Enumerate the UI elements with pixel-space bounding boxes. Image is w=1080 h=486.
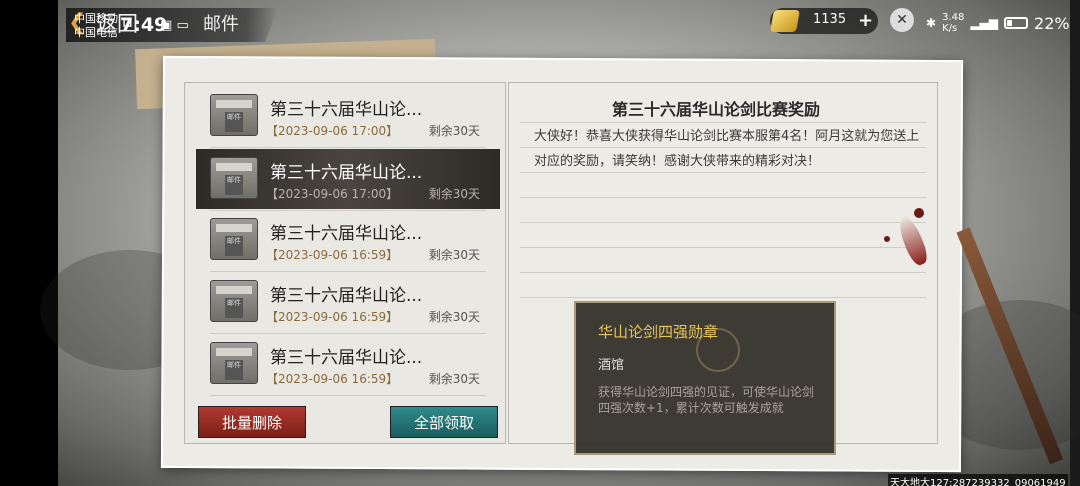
battery-percent: 22% (1034, 13, 1070, 33)
mail-title: 第三十六届华山论... (270, 100, 423, 120)
batch-delete-button[interactable]: 批量删除 (198, 406, 306, 438)
server-info: 天大地大127:287239332_09061949 (888, 474, 1068, 486)
ink-splatter (914, 208, 924, 218)
page-title: 邮件 (203, 14, 239, 35)
mail-date: 【2023-09-06 16:59】 (266, 372, 399, 386)
mail-title: 第三十六届华山论... (270, 163, 423, 183)
divider (520, 297, 926, 298)
mail-title: 第三十六届华山论... (270, 224, 423, 244)
system-status: ✱ 3.48 K/s ▂▄▆ 22% (860, 12, 1070, 34)
carrier-2: 中国电信 (74, 26, 118, 39)
mail-remaining: 剩余30天 (428, 187, 480, 201)
mail-icon-label: 邮件 (225, 175, 243, 195)
mail-title: 第三十六届华山论... (270, 348, 423, 368)
mail-date: 【2023-09-06 17:00】 (266, 187, 399, 201)
mail-remaining: 剩余30天 (428, 310, 480, 324)
tooltip-item-description: 获得华山论剑四强的见证，可使华山论剑四强次数+1，累计次数可触发成就 (598, 385, 815, 415)
mail-list-item[interactable]: 邮件 第三十六届华山论... 【2023-09-06 16:59】 剩余30天 (196, 334, 500, 396)
mail-date: 【2023-09-06 16:59】 (266, 310, 399, 324)
mail-remaining: 剩余30天 (428, 372, 480, 386)
net-speed: 3.48 K/s (942, 12, 964, 34)
gold-value: 1135 (813, 12, 847, 27)
net-speed-value: 3.48 (942, 12, 965, 23)
mail-icon-label: 邮件 (225, 360, 243, 380)
net-speed-unit: K/s (942, 23, 958, 34)
mail-date: 【2023-09-06 16:59】 (266, 248, 399, 262)
left-black-bar (0, 0, 58, 486)
divider (520, 272, 926, 273)
mail-envelope-icon: 邮件 (210, 218, 258, 260)
mail-remaining: 剩余30天 (428, 248, 480, 262)
carrier-info: 中国移动 中国电信 (74, 12, 118, 40)
mail-remaining: 剩余30天 (428, 124, 480, 138)
message-icon: ▣ (160, 18, 173, 33)
carrier-1: 中国移动 (74, 12, 118, 25)
notification-icons: ▣ ▭ (160, 18, 189, 33)
gold-ingot-icon (770, 10, 800, 32)
battery-icon (1004, 17, 1029, 29)
divider (520, 197, 926, 198)
mail-list-item[interactable]: 邮件 第三十六届华山论... 【2023-09-06 16:59】 剩余30天 (196, 272, 500, 334)
bluetooth-icon: ✱ (926, 16, 937, 30)
tv-icon: ▭ (176, 18, 189, 33)
divider (520, 222, 926, 223)
divider (520, 122, 926, 123)
mail-date: 【2023-09-06 17:00】 (266, 124, 399, 138)
mail-list-item[interactable]: 邮件 第三十六届华山论... 【2023-09-06 17:00】 剩余30天 (196, 86, 500, 148)
tooltip-item-name: 华山论剑四强勋章 (598, 323, 719, 341)
mail-envelope-icon: 邮件 (210, 157, 258, 199)
mail-detail-body: 大侠好！恭喜大侠获得华山论剑比赛本服第4名！阿月这就为您送上对应的奖励，请笑纳！… (534, 129, 920, 169)
signal-icon: ▂▄▆ (970, 16, 999, 30)
tooltip-item-type: 酒馆 (598, 358, 625, 373)
ink-splatter (884, 236, 890, 242)
claim-all-button[interactable]: 全部领取 (390, 406, 498, 438)
mail-list-item[interactable]: 邮件 第三十六届华山论... 【2023-09-06 16:59】 剩余30天 (196, 210, 500, 272)
mail-icon-label: 邮件 (225, 298, 243, 318)
mail-envelope-icon: 邮件 (210, 280, 258, 322)
mail-envelope-icon: 邮件 (210, 342, 258, 384)
mail-title: 第三十六届华山论... (270, 286, 423, 306)
divider (520, 247, 926, 248)
mail-list-item-selected[interactable]: 邮件 第三十六届华山论... 【2023-09-06 17:00】 剩余30天 (196, 149, 500, 211)
mail-envelope-icon: 邮件 (210, 94, 258, 136)
mail-detail-title: 第三十六届华山论剑比赛奖励 (612, 100, 821, 119)
mail-icon-label: 邮件 (225, 236, 243, 256)
mail-icon-label: 邮件 (225, 112, 243, 132)
